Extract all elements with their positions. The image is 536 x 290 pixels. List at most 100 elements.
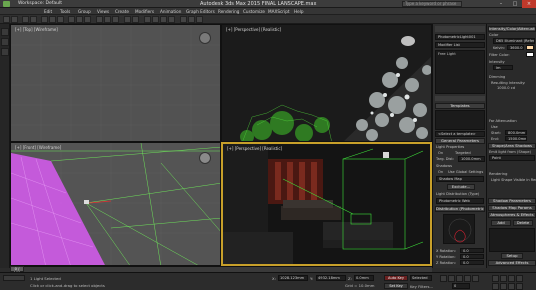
undo-icon[interactable] <box>3 16 10 23</box>
key-filters-button[interactable]: Key Filters... <box>410 284 433 289</box>
kelvin-swatch[interactable] <box>526 45 534 50</box>
viewport-perspective-upper[interactable]: [+] [Perspective] [Realistic] <box>221 24 432 142</box>
orbit-icon[interactable] <box>508 283 515 290</box>
light-distribution-dropdown[interactable]: Photometric Web <box>436 198 484 204</box>
layer-explorer-icon[interactable] <box>1 38 9 46</box>
menu-help[interactable]: Help <box>294 9 304 14</box>
scene-explorer-icon[interactable] <box>1 28 9 36</box>
schematic-view-icon[interactable] <box>160 16 167 23</box>
zoom-icon[interactable] <box>492 275 499 282</box>
viewport-perspective-active[interactable]: [+] [Perspective] [Realistic] <box>221 142 432 266</box>
mirror-icon[interactable] <box>124 16 131 23</box>
zoom-extents-all-icon[interactable] <box>516 275 523 282</box>
shadow-parameters-rollout[interactable]: Shadow Parameters <box>488 198 536 204</box>
viewport-top[interactable]: [+] [Top] [Wireframe] <box>10 24 221 142</box>
pan-icon[interactable] <box>500 283 507 290</box>
filter-color-swatch[interactable] <box>526 52 534 57</box>
key-mode-dropdown[interactable]: Selected <box>410 275 432 281</box>
viewport-front[interactable]: [+] [Front] [Wireframe] <box>10 142 221 266</box>
effects-list[interactable] <box>489 228 535 252</box>
move-icon[interactable] <box>68 16 75 23</box>
general-parameters-rollout[interactable]: General Parameters <box>435 138 485 144</box>
menu-maxscript[interactable]: MAXScript <box>268 9 290 14</box>
emit-shape-dropdown[interactable]: Point <box>489 155 535 161</box>
maxscript-listener[interactable] <box>3 275 25 281</box>
previous-frame-icon[interactable] <box>448 275 455 282</box>
delete-button[interactable]: Delete <box>513 220 533 226</box>
menu-create[interactable]: Create <box>115 9 129 14</box>
stack-item-free-light[interactable]: Free Light <box>436 51 484 57</box>
go-to-end-icon[interactable] <box>472 275 479 282</box>
y-coord-field[interactable]: 4932.18mm <box>316 275 346 281</box>
templates-rollout[interactable]: Templates <box>435 103 485 109</box>
maximize-viewport-icon[interactable] <box>516 283 523 290</box>
rotate-icon[interactable] <box>76 16 83 23</box>
light-on-checkbox[interactable]: On <box>438 151 443 155</box>
shape-area-shadows-rollout[interactable]: Shape/Area Shadows <box>488 143 536 149</box>
viewcube-icon[interactable] <box>199 32 211 44</box>
current-frame-field[interactable]: 0 <box>452 283 470 289</box>
y-rotation-field[interactable]: 0.0 <box>460 254 484 259</box>
select-by-name-icon[interactable] <box>49 16 56 23</box>
menu-modifiers[interactable]: Modifiers <box>135 9 154 14</box>
light-shape-visible-checkbox[interactable]: Light Shape Visible in Rendering <box>491 178 536 182</box>
angle-snap-icon[interactable] <box>104 16 111 23</box>
percent-snap-icon[interactable] <box>112 16 119 23</box>
render-teapot-icon[interactable] <box>196 16 203 23</box>
workspace-selector[interactable]: Workspace: Default <box>18 1 62 6</box>
close-button[interactable]: × <box>522 0 536 8</box>
targeted-checkbox[interactable]: Targeted <box>455 151 471 155</box>
intensity-color-rollout[interactable]: Intensity/Color/Attenuation <box>488 26 536 32</box>
shadows-on-checkbox[interactable]: On <box>438 170 443 174</box>
viewport-label-perspective[interactable]: [+] [Perspective] [Realistic] <box>227 146 282 151</box>
play-icon[interactable] <box>456 275 463 282</box>
zoom-extents-icon[interactable] <box>508 275 515 282</box>
select-object-icon[interactable] <box>41 16 48 23</box>
set-key-button[interactable]: Set Key <box>384 283 408 289</box>
x-coord-field[interactable]: 1028.123mm <box>278 275 308 281</box>
viewport-label-top[interactable]: [+] [Top] [Wireframe] <box>15 27 58 32</box>
color-preset-dropdown[interactable]: D65 Illuminant (Reference <box>493 38 535 44</box>
menu-animation[interactable]: Animation <box>160 9 181 14</box>
material-editor-icon[interactable] <box>168 16 175 23</box>
menu-customize[interactable]: Customize <box>243 9 265 14</box>
maximize-button[interactable]: □ <box>508 0 522 8</box>
use-far-checkbox[interactable]: Use <box>491 125 498 129</box>
z-rotation-field[interactable]: 0.0 <box>460 260 484 265</box>
menu-views[interactable]: Views <box>97 9 109 14</box>
menu-graph-editors[interactable]: Graph Editors <box>186 9 215 14</box>
template-select[interactable]: <Select a template> <box>435 131 485 137</box>
redo-icon[interactable] <box>11 16 18 23</box>
atmospheres-effects-rollout[interactable]: Atmospheres & Effects <box>488 212 536 218</box>
filter-icon[interactable] <box>1 48 9 56</box>
viewport-label-perspective-upper[interactable]: [+] [Perspective] [Realistic] <box>226 27 281 32</box>
object-name-field[interactable]: PhotometricLight001 <box>435 34 485 40</box>
menu-group[interactable]: Group <box>78 9 91 14</box>
kelvin-field[interactable]: 3600.0 <box>507 45 524 50</box>
intensity-field[interactable]: lm <box>493 65 513 70</box>
end-field[interactable]: 1500.0mm <box>505 136 527 141</box>
curve-editor-icon[interactable] <box>152 16 159 23</box>
auto-key-button[interactable]: Auto Key <box>384 275 408 281</box>
shadow-type-dropdown[interactable]: Shadow Map <box>436 176 484 182</box>
add-button[interactable]: Add <box>491 220 511 226</box>
unlink-icon[interactable] <box>30 16 37 23</box>
exclude-button[interactable]: Exclude... <box>447 184 475 190</box>
field-of-view-icon[interactable] <box>492 283 499 290</box>
search-input[interactable]: Type a keyword or phrase <box>402 1 462 7</box>
viewcube-icon[interactable] <box>199 152 211 164</box>
menu-edit[interactable]: Edit <box>44 9 52 14</box>
scale-icon[interactable] <box>84 16 91 23</box>
distribution-web-rollout[interactable]: Distribution (Photometric Web) <box>435 206 485 212</box>
minimize-button[interactable]: – <box>494 0 508 8</box>
modifier-stack[interactable]: Free Light <box>435 50 485 94</box>
menu-tools[interactable]: Tools <box>60 9 70 14</box>
start-field[interactable]: 800.0mm <box>505 130 527 135</box>
snap-icon[interactable] <box>96 16 103 23</box>
render-frame-icon[interactable] <box>188 16 195 23</box>
command-panel-tabs[interactable] <box>435 26 485 32</box>
viewport-label-front[interactable]: [+] [Front] [Wireframe] <box>15 145 61 150</box>
modifier-list-dropdown[interactable]: Modifier List <box>435 42 485 48</box>
app-logo-icon[interactable] <box>3 1 10 7</box>
advanced-effects-rollout[interactable]: Advanced Effects <box>488 260 536 266</box>
